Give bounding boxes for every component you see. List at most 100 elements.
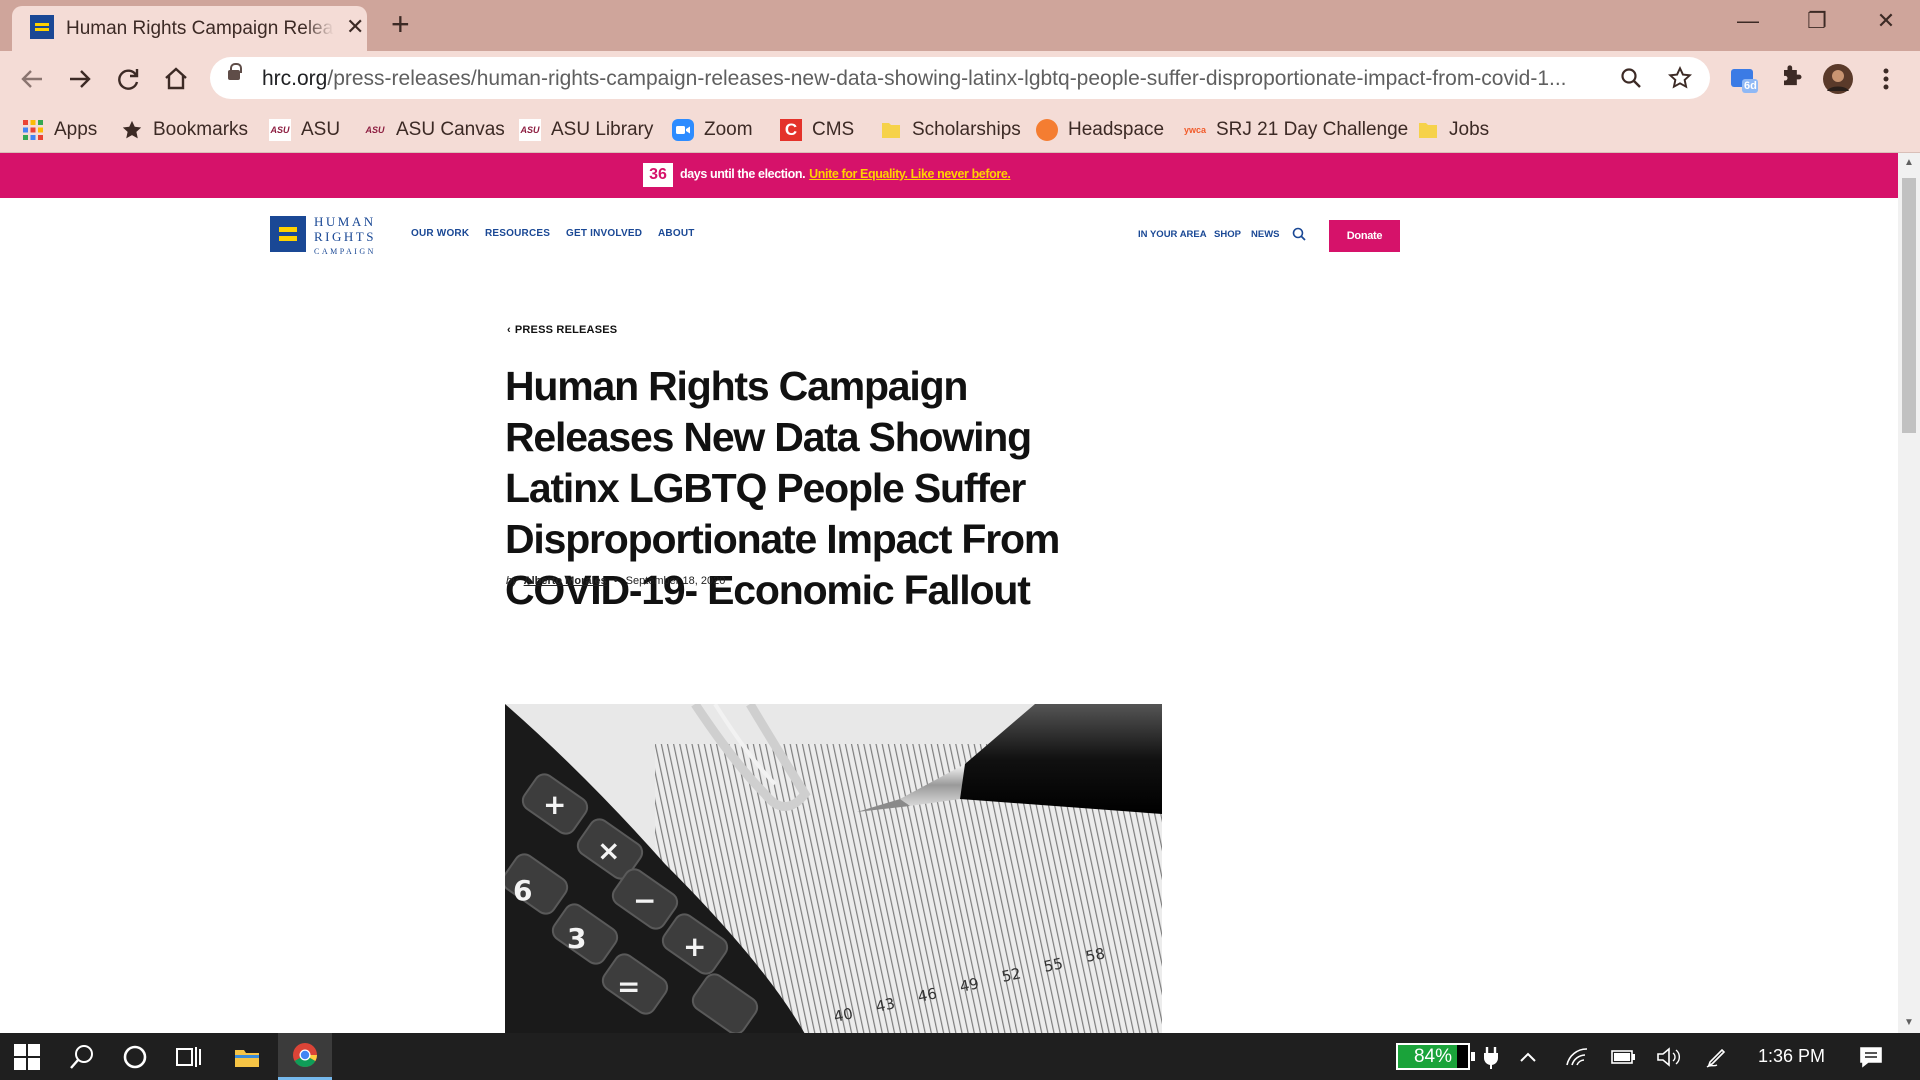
bookmark-apps[interactable]: Apps <box>22 116 97 144</box>
article-hero-image: + × 6 − 3 + = 40 43 46 49 52 55 58 <box>505 704 1162 1033</box>
action-center-icon[interactable] <box>1856 1033 1886 1080</box>
scrollbar-thumb[interactable] <box>1902 178 1916 433</box>
svg-text:6: 6 <box>513 874 532 907</box>
author-link[interactable]: Alberto Morales <box>524 575 607 587</box>
volume-icon[interactable] <box>1654 1033 1684 1080</box>
file-explorer-icon <box>235 1049 259 1067</box>
nav-get-involved[interactable]: GET INVOLVED <box>566 228 642 239</box>
tab-close-icon[interactable]: ✕ <box>346 15 364 39</box>
restore-button[interactable]: ❐ <box>1797 6 1837 36</box>
file-explorer-button[interactable] <box>226 1033 268 1080</box>
nav-resources[interactable]: RESOURCES <box>485 228 550 239</box>
svg-text:−: − <box>633 884 656 917</box>
bookmark-label: ASU Canvas <box>396 119 505 140</box>
profile-avatar-icon <box>1823 64 1853 94</box>
bookmark-asu-canvas[interactable]: ASU ASU Canvas <box>364 116 505 144</box>
task-view-icon <box>176 1046 201 1067</box>
bookmark-label: ASU Library <box>551 119 654 140</box>
headspace-icon <box>1036 119 1058 141</box>
nav-shop[interactable]: SHOP <box>1214 229 1241 240</box>
bookmark-jobs[interactable]: Jobs <box>1417 116 1489 144</box>
nav-our-work[interactable]: OUR WORK <box>411 228 469 239</box>
start-button[interactable] <box>10 1033 44 1080</box>
back-button[interactable] <box>16 63 48 95</box>
bookmark-bookmarks[interactable]: Bookmarks <box>121 116 248 144</box>
asu-icon: ASU <box>519 119 541 141</box>
bookmark-label: Zoom <box>704 119 753 140</box>
star-icon <box>122 120 142 139</box>
battery-status-icon[interactable] <box>1608 1033 1638 1080</box>
banner-cta-link[interactable]: Unite for Equality. Like never before. <box>809 167 1011 181</box>
page-scrollbar[interactable]: ▲ ▼ <box>1898 153 1920 1033</box>
svg-text:+: + <box>543 788 566 821</box>
breadcrumb[interactable]: ‹ PRESS RELEASES <box>507 324 617 336</box>
bookmarks-bar: Apps Bookmarks ASU ASU ASU ASU Canvas AS… <box>0 106 1920 153</box>
chrome-taskbar-button[interactable] <box>278 1033 332 1080</box>
bookmark-cms[interactable]: C CMS <box>780 116 854 144</box>
window-close-button[interactable]: ✕ <box>1866 6 1906 36</box>
svg-text:×: × <box>597 834 620 867</box>
bookmark-label: SRJ 21 Day Challenge <box>1216 119 1409 140</box>
new-tab-button[interactable]: + <box>391 8 410 40</box>
browser-menu-button[interactable] <box>1870 63 1902 95</box>
asu-icon: ASU <box>269 119 291 141</box>
clock-time[interactable]: 1:36 PM <box>1758 1046 1825 1067</box>
calculator-pen-photo: + × 6 − 3 + = 40 43 46 49 52 55 58 <box>505 704 1162 1033</box>
url-text[interactable]: hrc.org/press-releases/human-rights-camp… <box>262 67 1662 91</box>
minimize-button[interactable]: — <box>1728 6 1768 36</box>
bookmark-label: Headspace <box>1068 119 1165 140</box>
extensions-button[interactable] <box>1775 63 1807 95</box>
cortana-circle-icon <box>123 1045 147 1068</box>
scroll-down-icon[interactable]: ▼ <box>1904 1017 1914 1028</box>
pen-workspace-icon[interactable] <box>1702 1033 1732 1080</box>
hrc-wordmark[interactable]: HUMAN RIGHTS CAMPAIGN <box>314 214 376 259</box>
extension-badge: 6d <box>1744 80 1757 92</box>
task-view-button[interactable] <box>170 1033 206 1080</box>
site-search-icon[interactable] <box>1292 227 1306 241</box>
nav-in-your-area[interactable]: IN YOUR AREA <box>1138 229 1207 240</box>
donate-button[interactable]: Donate <box>1329 220 1400 252</box>
battery-percent: 84% <box>1413 1046 1453 1067</box>
battery-indicator[interactable]: 84% <box>1396 1043 1475 1070</box>
profile-button[interactable] <box>1822 63 1854 95</box>
bookmark-asu-library[interactable]: ASU ASU Library <box>519 116 653 144</box>
asu-icon: ASU <box>365 125 385 135</box>
hrc-favicon-icon <box>30 15 54 39</box>
bookmark-label: Apps <box>54 119 98 140</box>
nav-about[interactable]: ABOUT <box>658 228 695 239</box>
search-button[interactable] <box>64 1033 100 1080</box>
bookmark-star-icon[interactable] <box>1667 65 1693 91</box>
chevron-left-icon: ‹ <box>507 324 511 336</box>
puzzle-piece-icon <box>1784 65 1802 86</box>
scroll-up-icon[interactable]: ▲ <box>1904 157 1914 168</box>
cortana-button[interactable] <box>117 1033 153 1080</box>
bookmark-scholarships[interactable]: Scholarships <box>880 116 1021 144</box>
hrc-logo-icon[interactable] <box>270 216 306 252</box>
breadcrumb-label: PRESS RELEASES <box>514 324 618 336</box>
reload-icon <box>118 69 139 90</box>
address-bar[interactable]: hrc.org/press-releases/human-rights-camp… <box>210 57 1710 99</box>
bookmark-asu[interactable]: ASU ASU <box>269 116 340 144</box>
forward-button[interactable] <box>64 63 96 95</box>
tab-title: Human Rights Campaign Releases New Data … <box>66 18 334 40</box>
nav-news[interactable]: NEWS <box>1251 229 1280 240</box>
back-arrow-icon <box>21 70 42 88</box>
lock-icon <box>228 63 242 80</box>
zoom-magnifier-icon[interactable] <box>1619 66 1643 90</box>
wifi-icon[interactable] <box>1562 1033 1592 1080</box>
power-plug-icon[interactable] <box>1478 1033 1504 1080</box>
home-button[interactable] <box>160 63 192 95</box>
bookmark-srj-21-day-challenge[interactable]: ywca SRJ 21 Day Challenge <box>1184 116 1408 144</box>
kebab-menu-icon <box>1883 68 1889 90</box>
chevron-up-icon[interactable] <box>1516 1033 1540 1080</box>
bookmark-label: Bookmarks <box>153 119 249 140</box>
bookmark-label: CMS <box>812 119 855 140</box>
bookmark-headspace[interactable]: Headspace <box>1036 116 1164 144</box>
days-count: 36 <box>643 163 673 187</box>
banner-text: days until the election. Unite for Equali… <box>680 167 1011 181</box>
ywca-icon: ywca <box>1184 125 1207 135</box>
bookmark-zoom[interactable]: Zoom <box>672 116 753 144</box>
reload-button[interactable] <box>112 63 144 95</box>
browser-tab[interactable]: Human Rights Campaign Releases New Data … <box>12 6 367 51</box>
extension-button[interactable]: 6d <box>1728 63 1760 95</box>
